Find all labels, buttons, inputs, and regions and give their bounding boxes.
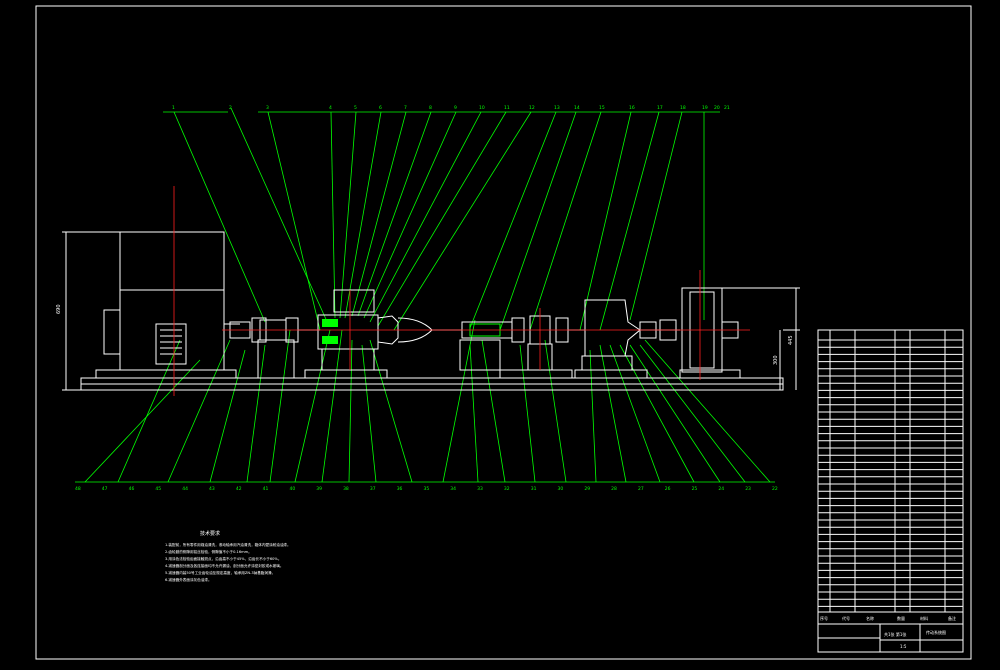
callout-bottom: 32 bbox=[504, 486, 510, 492]
callout-bottom: 27 bbox=[638, 486, 644, 492]
top-callouts: 1 2 3 4 5 6 7 8 9 10 11 12 13 14 15 16 17 18 19 20 21 bbox=[172, 105, 730, 111]
callout-top: 6 bbox=[379, 105, 382, 111]
callout-top: 1 bbox=[172, 105, 175, 111]
header-col: 材料 bbox=[920, 615, 928, 621]
header-col: 数量 bbox=[897, 615, 905, 621]
note-line: 6.减速器外表面涂灰色油漆。 bbox=[165, 577, 212, 582]
callout-top: 14 bbox=[574, 105, 580, 111]
callout-top: 13 bbox=[554, 105, 560, 111]
bottom-callouts: 48 47 46 45 44 43 42 41 40 39 38 37 36 35 34 33 32 31 30 29… bbox=[75, 486, 778, 492]
callout-top: 2 bbox=[229, 105, 232, 111]
callout-bottom: 36 bbox=[397, 486, 403, 492]
callout-bottom: 37 bbox=[370, 486, 376, 492]
callout-bottom: 42 bbox=[236, 486, 242, 492]
callout-bottom: 45 bbox=[155, 486, 161, 492]
callout-bottom: 47 bbox=[102, 486, 108, 492]
header-col: 名称 bbox=[866, 615, 874, 621]
callout-top: 21 bbox=[724, 105, 730, 111]
dim-right-1: 445 bbox=[788, 335, 794, 345]
callout-bottom: 33 bbox=[477, 486, 483, 492]
drive-train bbox=[229, 287, 739, 379]
callout-bottom: 48 bbox=[75, 486, 81, 492]
center-lines bbox=[173, 186, 750, 396]
outer-frame bbox=[35, 5, 972, 660]
callout-top: 18 bbox=[680, 105, 686, 111]
callout-bottom: 46 bbox=[129, 486, 135, 492]
dim-right-2: 300 bbox=[773, 355, 779, 365]
header-col: 序号 bbox=[820, 615, 828, 621]
callout-bottom: 25 bbox=[692, 486, 698, 492]
callout-top: 15 bbox=[599, 105, 605, 111]
callout-bottom: 28 bbox=[611, 486, 617, 492]
callout-top: 19 bbox=[702, 105, 708, 111]
dimensions bbox=[62, 231, 800, 391]
note-line: 2.齿轮副的侧隙用铅丝检验，侧隙值不小于0.16mm。 bbox=[165, 549, 252, 554]
callout-bottom: 23 bbox=[745, 486, 751, 492]
callout-top: 5 bbox=[354, 105, 357, 111]
bottom-leader-lines bbox=[75, 319, 775, 483]
cad-drawing: 690 445 300 1 2 3 4 5 6 7 8 9 10 11 12 13 14 15 16 17 18 1… bbox=[0, 0, 1000, 666]
motor bbox=[103, 231, 240, 371]
callout-top: 20 bbox=[714, 105, 720, 111]
callout-bottom: 22 bbox=[772, 486, 778, 492]
note-line: 5.减速器内装50号工业齿轮油至规定高度，轴承用ZN-3钠基脂润滑。 bbox=[165, 570, 275, 575]
header-col: 代号 bbox=[842, 615, 850, 621]
drawing-sheet: 共1张 第1张 bbox=[884, 631, 906, 637]
callout-top: 11 bbox=[504, 105, 510, 111]
callout-top: 9 bbox=[454, 105, 457, 111]
callout-top: 12 bbox=[529, 105, 535, 111]
callout-bottom: 24 bbox=[718, 486, 724, 492]
note-line: 1.装配前，所有零件用煤油清洗，滚动轴承用汽油清洗，箱体内壁涂耐油油漆。 bbox=[165, 542, 291, 547]
callout-bottom: 31 bbox=[531, 486, 537, 492]
callout-top: 3 bbox=[266, 105, 269, 111]
note-line: 3.用涂色法检验齿面接触斑点，沿齿高不小于45%，沿齿长不小于60%。 bbox=[165, 556, 281, 561]
drawing-name: 传动系统图 bbox=[926, 629, 946, 635]
callout-bottom: 29 bbox=[584, 486, 590, 492]
base-plate bbox=[80, 369, 784, 391]
callout-bottom: 40 bbox=[289, 486, 295, 492]
top-leader-lines bbox=[163, 107, 720, 331]
callout-bottom: 41 bbox=[263, 486, 269, 492]
callout-top: 8 bbox=[429, 105, 432, 111]
dim-left: 690 bbox=[56, 304, 62, 314]
drawing-scale: 1:5 bbox=[900, 644, 907, 649]
callout-top: 10 bbox=[479, 105, 485, 111]
note-line: 4.减速器剖分面及各连接面均不允许漏油，剖分面允许涂密封胶或水玻璃。 bbox=[165, 563, 283, 568]
callout-bottom: 30 bbox=[558, 486, 564, 492]
notes-title: 技术要求 bbox=[200, 530, 220, 537]
callout-top: 4 bbox=[329, 105, 332, 111]
callout-bottom: 44 bbox=[182, 486, 188, 492]
callout-bottom: 39 bbox=[316, 486, 322, 492]
callout-bottom: 35 bbox=[424, 486, 430, 492]
callout-bottom: 43 bbox=[209, 486, 215, 492]
notes-list: 1.装配前，所有零件用煤油清洗，滚动轴承用汽油清洗，箱体内壁涂耐油油漆。 2.齿轮… bbox=[165, 542, 291, 582]
callout-bottom: 34 bbox=[450, 486, 456, 492]
parts-list-header: 序号 代号 名称 数量 材料 备注 bbox=[820, 615, 956, 621]
header-col: 备注 bbox=[948, 615, 956, 621]
parts-list-rows bbox=[818, 339, 963, 607]
callout-top: 16 bbox=[629, 105, 635, 111]
callout-bottom: 38 bbox=[343, 486, 349, 492]
callout-top: 7 bbox=[404, 105, 407, 111]
callout-bottom: 26 bbox=[665, 486, 671, 492]
callout-top: 17 bbox=[657, 105, 663, 111]
